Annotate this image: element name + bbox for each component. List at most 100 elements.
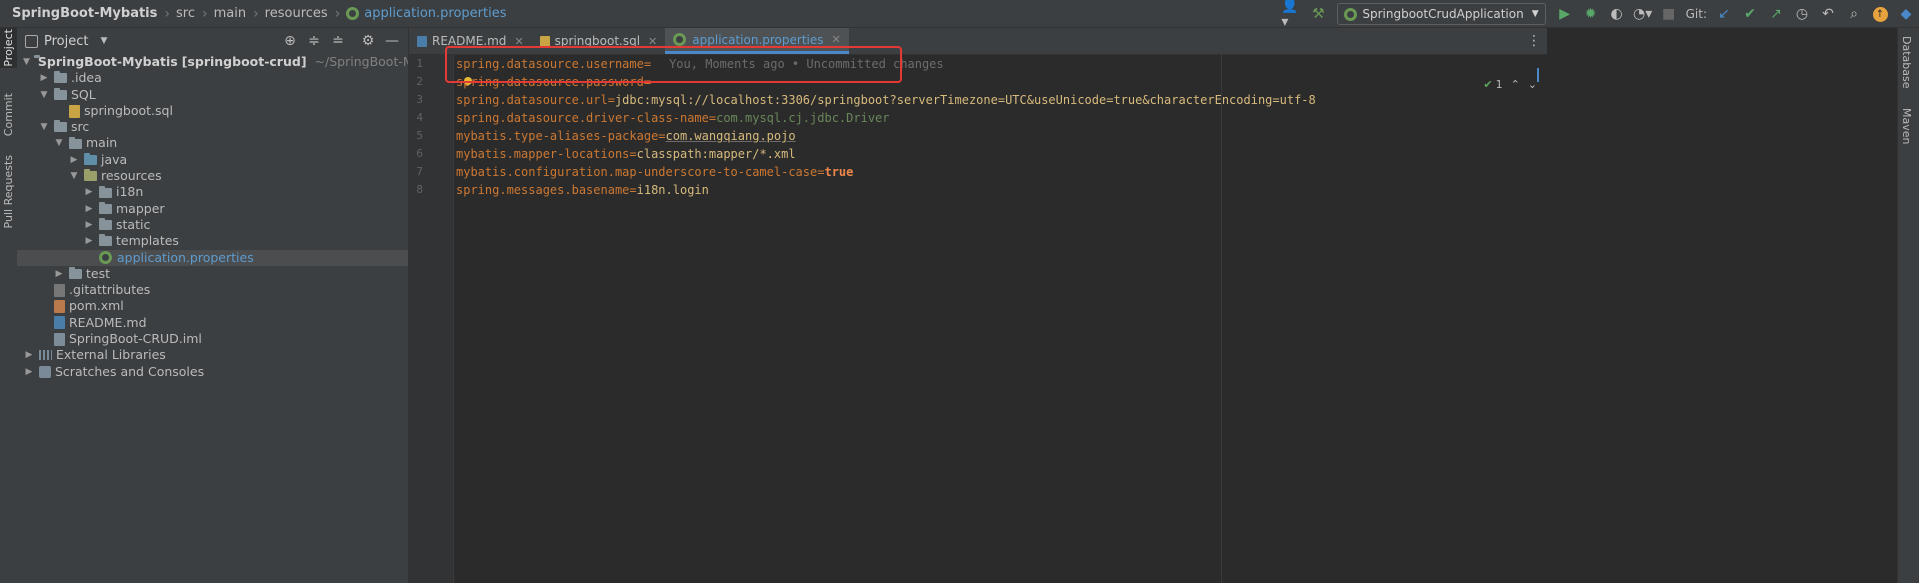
code-line[interactable]: spring.datasource.driver-class-name=com.… <box>456 109 890 127</box>
tree-item[interactable]: ▶ java <box>17 152 408 168</box>
chevron-right-icon: › <box>201 5 208 22</box>
profile-icon[interactable]: ◔▾ <box>1632 3 1654 25</box>
run-icon[interactable]: ▶ <box>1554 3 1576 25</box>
breadcrumb-item-src[interactable]: src <box>176 6 195 21</box>
build-hammer-icon[interactable]: ⚒ <box>1307 3 1329 25</box>
tree-item[interactable]: SpringBoot-CRUD.iml <box>17 331 408 347</box>
maven-file-icon <box>54 300 65 314</box>
code-line[interactable]: mybatis.configuration.map-underscore-to-… <box>456 163 853 181</box>
tree-item[interactable]: README.md <box>17 315 408 331</box>
tree-item-label: static <box>116 216 151 232</box>
tree-item[interactable]: pom.xml <box>17 298 408 314</box>
tree-item-label: SpringBoot-CRUD.iml <box>69 331 202 347</box>
user-account-icon[interactable]: 👤▾ <box>1281 0 1303 30</box>
rollback-icon[interactable]: ↶ <box>1817 3 1839 25</box>
tab-maven[interactable]: Maven <box>1898 102 1915 150</box>
tree-item-label: External Libraries <box>56 347 166 363</box>
tree-item-label: Scratches and Consoles <box>55 363 205 379</box>
chevron-right-icon[interactable]: ▶ <box>83 201 95 217</box>
code-line[interactable]: spring.datasource.url=jdbc:mysql://local… <box>456 91 1316 109</box>
tree-item[interactable]: ▼ SQL <box>17 87 408 103</box>
tree-item[interactable]: ▼ main <box>17 135 408 151</box>
chevron-right-icon[interactable]: ▶ <box>68 152 80 168</box>
search-icon[interactable]: ⌕ <box>1843 3 1865 25</box>
properties-file-icon <box>99 251 112 265</box>
tree-item[interactable]: ▶ i18n <box>17 184 408 200</box>
tree-item[interactable]: ▶ External Libraries <box>17 347 408 363</box>
tree-item[interactable]: ▼ resources <box>17 168 408 184</box>
chevron-down-icon[interactable]: ▼ <box>53 135 65 151</box>
tab-database[interactable]: Database <box>1898 32 1915 92</box>
tree-root-path: ~/SpringBoot-Mybatis <box>314 54 408 69</box>
tree-item[interactable]: application.properties <box>17 249 408 266</box>
breadcrumb-file[interactable]: application.properties <box>364 6 506 21</box>
left-tool-strip: Project Commit Pull Requests <box>0 28 18 583</box>
breadcrumb-item-main[interactable]: main <box>214 6 246 21</box>
tree-root[interactable]: ▼ SpringBoot-Mybatis [springboot-crud] ~… <box>17 54 408 70</box>
breadcrumb-project[interactable]: SpringBoot-Mybatis <box>12 6 157 21</box>
chevron-right-icon[interactable]: ▶ <box>23 347 35 363</box>
more-options-icon[interactable]: ⋮ <box>1527 33 1541 49</box>
chevron-up-icon[interactable]: ⌃ <box>1511 78 1520 91</box>
tab-pull-requests[interactable]: Pull Requests <box>0 152 17 232</box>
chevron-right-icon[interactable]: ▶ <box>38 70 50 86</box>
git-commit-icon[interactable]: ✔ <box>1739 3 1761 25</box>
tab-project[interactable]: Project <box>0 28 17 68</box>
close-icon[interactable]: ✕ <box>832 33 841 46</box>
breadcrumb-item-resources[interactable]: resources <box>265 6 328 21</box>
tree-item[interactable]: ▶ Scratches and Consoles <box>17 364 408 380</box>
chevron-down-icon[interactable]: ▼ <box>38 87 50 103</box>
chevron-right-icon[interactable]: ▶ <box>83 233 95 249</box>
plugin-icon[interactable]: ◆ <box>1895 3 1917 25</box>
library-icon <box>39 350 52 361</box>
property-key: mybatis.mapper-locations <box>456 147 630 161</box>
folder-icon <box>54 87 67 100</box>
locate-file-icon[interactable]: ⊕ <box>280 31 300 51</box>
code-editor[interactable]: spring.datasource.username= You, Moments … <box>456 55 1536 583</box>
chevron-down-icon[interactable]: ⌄ <box>1528 78 1537 91</box>
tree-item-label: .gitattributes <box>69 282 151 298</box>
tree-item[interactable]: ▶ static <box>17 217 408 233</box>
project-panel-header: Project ▼ ⊕ ≑ ≐ ⚙ — <box>17 28 408 54</box>
chevron-right-icon[interactable]: ▶ <box>83 184 95 200</box>
expand-all-icon[interactable]: ≑ <box>304 31 324 51</box>
code-line[interactable]: spring.messages.basename=i18n.login <box>456 181 709 199</box>
chevron-down-icon[interactable]: ▼ <box>68 168 80 184</box>
chevron-right-icon[interactable]: ▶ <box>83 217 95 233</box>
git-push-icon[interactable]: ↗ <box>1765 3 1787 25</box>
chevron-down-icon[interactable]: ▼ <box>38 119 50 135</box>
coverage-icon[interactable]: ◐ <box>1606 3 1628 25</box>
project-panel-title[interactable]: Project <box>44 34 88 49</box>
update-icon[interactable]: ↑ <box>1869 3 1891 25</box>
chevron-right-icon[interactable]: ▶ <box>23 364 35 380</box>
collapse-all-icon[interactable]: ≐ <box>328 31 348 51</box>
tree-item[interactable]: ▶ test <box>17 266 408 282</box>
tree-item[interactable]: springboot.sql <box>17 103 408 119</box>
hide-panel-icon[interactable]: — <box>382 31 402 51</box>
run-configuration-select[interactable]: SpringbootCrudApplication ▼ <box>1337 3 1546 25</box>
chevron-down-icon[interactable]: ▼ <box>100 36 107 46</box>
inspection-widget[interactable]: ✔ 1 ⌃ ⌄ <box>1483 78 1537 91</box>
tree-item[interactable]: .gitattributes <box>17 282 408 298</box>
tree-item[interactable]: ▶ .idea <box>17 70 408 86</box>
history-icon[interactable]: ◷ <box>1791 3 1813 25</box>
git-file-icon <box>54 283 65 297</box>
tree-item[interactable]: ▼ src <box>17 119 408 135</box>
tab-commit[interactable]: Commit <box>0 88 17 142</box>
stop-icon[interactable]: ■ <box>1658 3 1680 25</box>
debug-icon[interactable]: ✹ <box>1580 3 1602 25</box>
tree-item-label: i18n <box>116 184 144 200</box>
code-line[interactable]: mybatis.mapper-locations=classpath:mappe… <box>456 145 796 163</box>
code-line[interactable]: mybatis.type-aliases-package=com.wangqia… <box>456 127 796 145</box>
git-update-icon[interactable]: ↙ <box>1713 3 1735 25</box>
tree-item[interactable]: ▶ mapper <box>17 201 408 217</box>
tree-item-label: pom.xml <box>69 298 124 314</box>
tree-item[interactable]: ▶ templates <box>17 233 408 249</box>
sql-file-icon <box>539 35 550 47</box>
chevron-down-icon[interactable]: ▼ <box>23 54 30 70</box>
line-number: 4 <box>416 111 423 124</box>
highlight-box <box>445 46 902 83</box>
gear-icon[interactable]: ⚙ <box>358 31 378 51</box>
tree-item-label: java <box>101 151 128 167</box>
chevron-right-icon[interactable]: ▶ <box>53 266 65 282</box>
